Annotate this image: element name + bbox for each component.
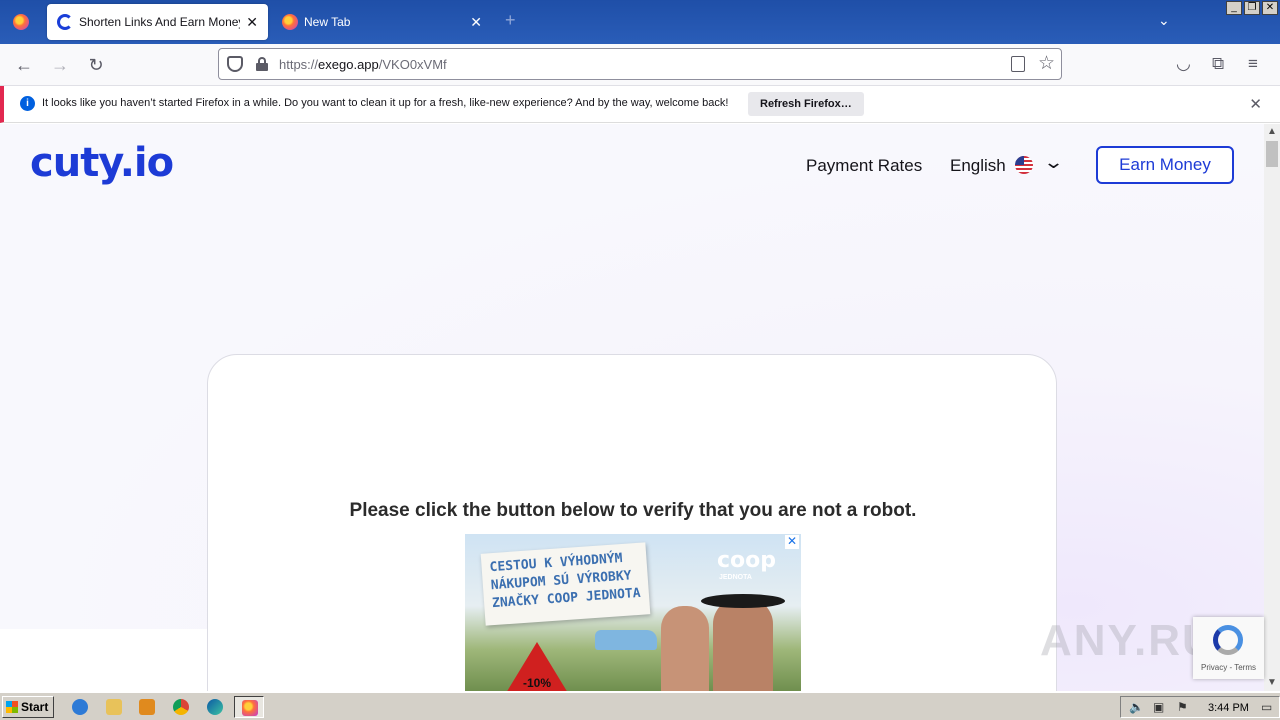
taskbar-clock[interactable]: 3:44 PM xyxy=(1208,702,1249,714)
tab-close-icon[interactable]: ✕ xyxy=(470,14,482,31)
lock-icon[interactable] xyxy=(256,57,268,71)
start-label: Start xyxy=(21,700,49,714)
recaptcha-badge[interactable]: Privacy - Terms xyxy=(1193,617,1264,679)
new-tab-plus-icon[interactable]: + xyxy=(505,10,516,31)
ad-headline: CESTOU K VÝHODNÝM NÁKUPOM SÚ VÝROBKY ZNA… xyxy=(489,550,642,612)
edge-icon[interactable] xyxy=(207,699,223,715)
tab-title: New Tab xyxy=(304,15,351,29)
payment-rates-link[interactable]: Payment Rates xyxy=(806,156,922,176)
sign-label: -10% xyxy=(523,676,552,690)
minimize-icon[interactable]: _ xyxy=(1226,1,1242,15)
windows-taskbar: Start 🔈 ▣ ⚑ ▭ 3:44 PM xyxy=(0,692,1280,720)
url-path: /VKO0xVMf xyxy=(378,57,447,72)
browser-tab-bar: Shorten Links And Earn Money | cu ✕ New … xyxy=(0,0,1280,44)
show-desktop-icon[interactable]: ▭ xyxy=(1261,700,1275,714)
hat-image xyxy=(701,594,785,608)
forward-arrow-icon[interactable]: → xyxy=(49,54,71,76)
notification-text: It looks like you haven’t started Firefo… xyxy=(42,97,729,109)
scroll-down-arrow-icon[interactable]: ▼ xyxy=(1264,675,1280,691)
reader-view-icon[interactable] xyxy=(1011,56,1025,72)
browser-nav-bar: ← → ↻ https://exego.app/VKO0xVMf ☆ ◡ ⧉ ≡ xyxy=(0,44,1280,86)
notification-close-icon[interactable]: ✕ xyxy=(1249,95,1262,113)
tab-new-tab[interactable]: New Tab ✕ xyxy=(272,4,492,40)
close-window-icon[interactable]: ✕ xyxy=(1262,1,1278,15)
firefox-notification-bar: i It looks like you haven’t started Fire… xyxy=(0,86,1280,123)
back-arrow-icon[interactable]: ← xyxy=(13,54,35,76)
firefox-taskbar-button[interactable] xyxy=(234,696,264,718)
window-controls: _ ❐ ✕ xyxy=(1226,1,1278,15)
firefox-favicon-icon xyxy=(282,14,298,30)
url-text[interactable]: https://exego.app/VKO0xVMf xyxy=(279,57,447,72)
scroll-up-arrow-icon[interactable]: ▲ xyxy=(1264,124,1280,140)
firefox-icon xyxy=(13,14,29,30)
chrome-icon[interactable] xyxy=(173,699,189,715)
tab-cuty[interactable]: Shorten Links And Earn Money | cu ✕ xyxy=(47,4,268,40)
url-scheme: https:// xyxy=(279,57,319,72)
person-image xyxy=(661,606,709,691)
tracking-protection-shield-icon[interactable] xyxy=(227,56,243,72)
windows-logo-icon xyxy=(6,701,18,713)
internet-explorer-icon[interactable] xyxy=(72,699,88,715)
ad-headline-paper: CESTOU K VÝHODNÝM NÁKUPOM SÚ VÝROBKY ZNA… xyxy=(480,542,651,626)
earn-money-button[interactable]: Earn Money xyxy=(1096,146,1234,184)
cuty-favicon-icon xyxy=(57,14,73,30)
refresh-firefox-button[interactable]: Refresh Firefox… xyxy=(748,92,864,116)
page-content: cuty.io Payment Rates English ⌄ Earn Mon… xyxy=(0,124,1264,691)
page-scrollbar[interactable]: ▲ ▼ xyxy=(1264,124,1280,691)
tab-close-icon[interactable]: ✕ xyxy=(246,14,258,31)
coop-logo: coop xyxy=(717,548,777,573)
url-bar[interactable]: https://exego.app/VKO0xVMf ☆ xyxy=(218,48,1062,80)
language-selector[interactable]: English xyxy=(950,156,1006,176)
firefox-icon xyxy=(242,700,258,716)
ad-close-icon[interactable]: ✕ xyxy=(785,535,799,549)
bookmark-star-icon[interactable]: ☆ xyxy=(1038,52,1055,75)
cuty-logo[interactable]: cuty.io xyxy=(30,140,174,186)
car-image xyxy=(595,630,657,650)
tab-title: Shorten Links And Earn Money | cu xyxy=(79,15,240,29)
network-icon[interactable]: ▣ xyxy=(1153,700,1167,714)
media-player-icon[interactable] xyxy=(139,699,155,715)
folder-icon[interactable] xyxy=(106,699,122,715)
hamburger-menu-icon[interactable]: ≡ xyxy=(1248,54,1258,74)
us-flag-icon[interactable] xyxy=(1015,156,1033,174)
action-center-flag-icon[interactable]: ⚑ xyxy=(1177,700,1191,714)
verify-instruction: Please click the button below to verify … xyxy=(349,500,917,521)
reload-icon[interactable]: ↻ xyxy=(85,54,107,76)
extensions-puzzle-icon[interactable]: ⧉ xyxy=(1212,54,1224,74)
person-image xyxy=(713,598,773,691)
firefox-menu-button[interactable] xyxy=(0,0,42,44)
pocket-icon[interactable]: ◡ xyxy=(1176,54,1191,74)
list-all-tabs-chevron-icon[interactable]: ⌄ xyxy=(1158,12,1170,29)
coop-logo-sub: JEDNOTA xyxy=(719,574,752,581)
url-host: exego.app xyxy=(318,57,379,72)
chevron-down-icon[interactable]: ⌄ xyxy=(1043,152,1064,173)
volume-icon[interactable]: 🔈 xyxy=(1129,700,1144,714)
recaptcha-links[interactable]: Privacy - Terms xyxy=(1193,663,1264,672)
scroll-thumb[interactable] xyxy=(1266,141,1278,167)
verification-card: Please click the button below to verify … xyxy=(207,354,1057,691)
system-tray: 🔈 ▣ ⚑ ▭ xyxy=(1120,696,1280,718)
recaptcha-icon xyxy=(1213,625,1243,655)
restore-icon[interactable]: ❐ xyxy=(1244,1,1260,15)
info-icon: i xyxy=(20,96,35,111)
start-button[interactable]: Start xyxy=(2,696,54,718)
advertisement-banner[interactable]: ✕ CESTOU K VÝHODNÝM NÁKUPOM SÚ VÝROBKY Z… xyxy=(465,534,801,691)
